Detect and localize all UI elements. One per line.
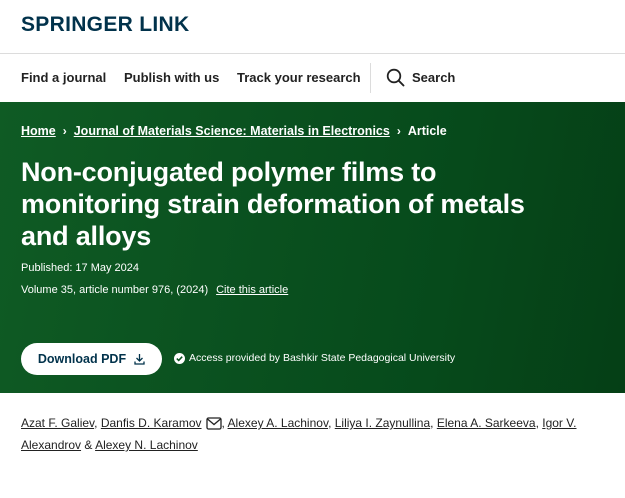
author-list: Azat F. Galiev, Danfis D. Karamov, Alexe… (21, 412, 611, 456)
download-pdf-button[interactable]: Download PDF (21, 343, 162, 375)
author-separator: & (84, 438, 93, 452)
chevron-right-icon: › (62, 124, 67, 138)
breadcrumb-home[interactable]: Home (21, 124, 56, 138)
author-link[interactable]: Igor V. (542, 416, 576, 430)
search-icon (386, 68, 405, 87)
springer-link-logo[interactable]: SPRINGER LINK (21, 13, 189, 37)
author-separator: , (430, 416, 434, 430)
breadcrumb-journal[interactable]: Journal of Materials Science: Materials … (74, 124, 390, 138)
access-notice: Access provided by Bashkir State Pedagog… (174, 352, 455, 364)
author-link[interactable]: Alexey N. Lachinov (95, 438, 198, 452)
mail-icon[interactable] (205, 417, 222, 430)
check-circle-icon (174, 352, 185, 364)
author-link[interactable]: Danfis D. Karamov (101, 416, 202, 430)
download-icon (134, 354, 145, 365)
author-link[interactable]: Alexey A. Lachinov (228, 416, 329, 430)
access-text: Access provided by Bashkir State Pedagog… (189, 352, 456, 364)
article-title-line: Non-conjugated polymer films to (21, 157, 437, 187)
cite-article-link[interactable]: Cite this article (216, 284, 288, 296)
download-pdf-label: Download PDF (37, 352, 127, 366)
site-header: SPRINGER LINK (0, 0, 625, 54)
breadcrumb: Home › Journal of Materials Science: Mat… (21, 124, 447, 138)
author-separator: , (328, 416, 332, 430)
article-hero: Home › Journal of Materials Science: Mat… (0, 102, 625, 393)
nav-publish-with-us[interactable]: Publish with us (124, 70, 219, 85)
author-separator: , (94, 416, 98, 430)
nav-find-journal[interactable]: Find a journal (21, 70, 106, 85)
search-button[interactable]: Search (386, 68, 455, 87)
author-separator: , (221, 416, 225, 430)
article-title-line: monitoring strain deformation of metals (21, 189, 525, 219)
published-date: Published: 17 May 2024 (21, 262, 140, 274)
breadcrumb-current: Article (407, 124, 447, 138)
author-link[interactable]: Elena A. Sarkeeva (437, 416, 536, 430)
search-label: Search (412, 70, 456, 85)
main-navigation: Find a journal Publish with us Track you… (0, 54, 625, 102)
volume-text: Volume 35, article number 976, (2024) (21, 284, 209, 296)
author-link[interactable]: Liliya I. Zaynullina (335, 416, 430, 430)
author-separator: , (535, 416, 539, 430)
author-link[interactable]: Alexandrov (21, 438, 81, 452)
nav-divider (370, 63, 371, 93)
author-link[interactable]: Azat F. Galiev (21, 416, 94, 430)
volume-info: Volume 35, article number 976, (2024) Cit… (21, 284, 288, 296)
article-title-line: and alloys (21, 221, 152, 251)
chevron-right-icon: › (396, 124, 401, 138)
article-title: Non-conjugated polymer films to monitori… (21, 156, 611, 252)
nav-track-research[interactable]: Track your research (237, 70, 361, 85)
